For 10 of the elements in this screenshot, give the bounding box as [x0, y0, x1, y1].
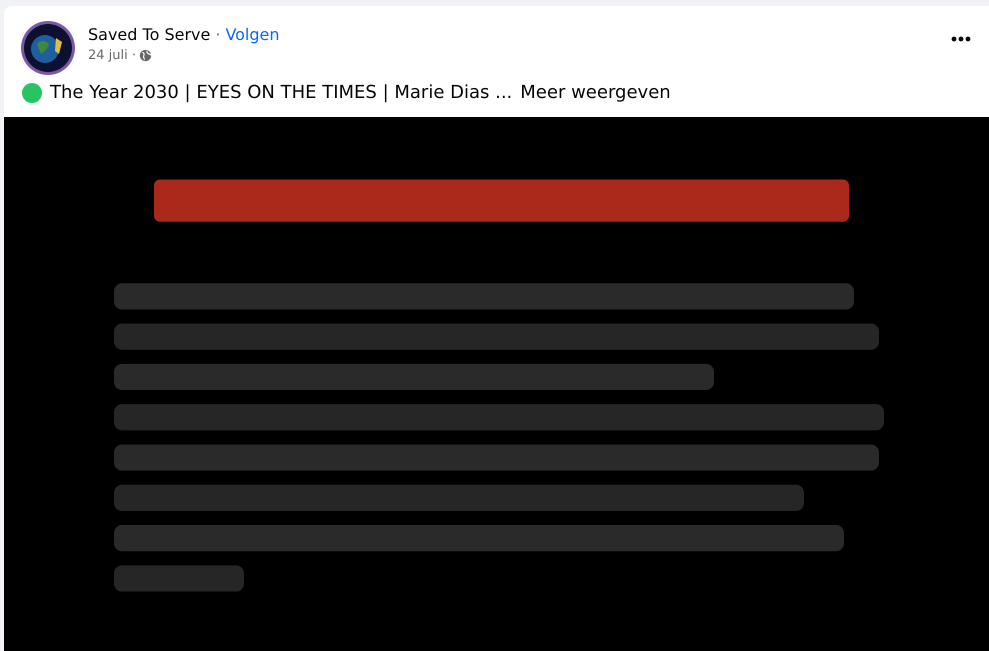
status-dot-icon — [22, 82, 42, 102]
author-name[interactable]: Saved To Serve — [88, 25, 210, 44]
more-icon — [951, 36, 971, 42]
see-more-link[interactable]: Meer weergeven — [520, 82, 671, 103]
follow-link[interactable]: Volgen — [225, 25, 280, 44]
separator-dot: · — [215, 25, 220, 44]
globe-icon — [139, 49, 152, 62]
post-date[interactable]: 24 juli · — [88, 48, 136, 63]
post-title: The Year 2030 | EYES ON THE TIMES | Marie Dias ... — [50, 82, 512, 103]
avatar-icon[interactable] — [20, 20, 76, 76]
